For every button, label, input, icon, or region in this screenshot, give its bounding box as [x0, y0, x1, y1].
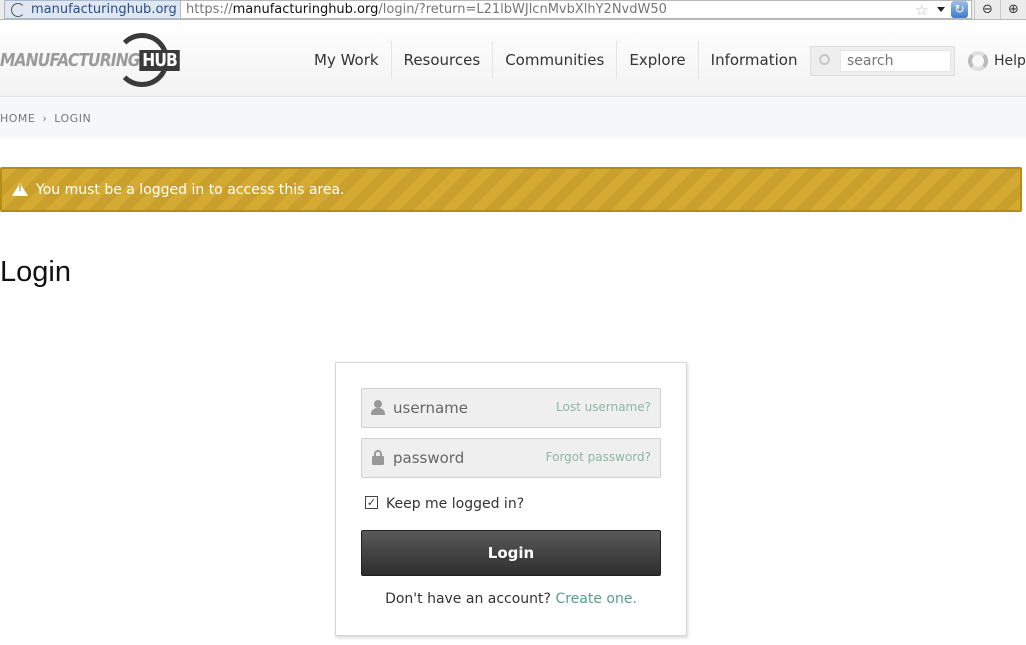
no-account-text: Don't have an account? — [385, 591, 551, 607]
username-field[interactable]: username Lost username? — [361, 388, 661, 428]
url-host: manufacturinghub.org — [232, 2, 379, 17]
breadcrumb-current: LOGIN — [54, 112, 92, 125]
breadcrumb-separator: › — [42, 112, 48, 125]
nav-communities[interactable]: Communities — [493, 41, 618, 79]
page-title: Login — [0, 256, 71, 288]
help-label: Help — [994, 53, 1026, 69]
password-placeholder: password — [393, 449, 465, 467]
site-logo[interactable]: MANUFACTURING HUB — [0, 33, 180, 87]
lock-icon — [371, 450, 385, 465]
warning-banner: You must be a logged in to access this a… — [0, 167, 1022, 212]
site-header: MANUFACTURING HUB My Work Resources Commu… — [0, 21, 1026, 97]
username-placeholder: username — [393, 399, 468, 417]
logo-hub: HUB — [139, 50, 180, 71]
login-button[interactable]: Login — [361, 530, 661, 576]
login-card: username Lost username? password Forgot … — [335, 362, 687, 636]
signup-prompt: Don't have an account? Create one. — [336, 591, 686, 607]
warning-message: You must be a logged in to access this a… — [36, 181, 345, 198]
globe-icon — [11, 2, 25, 17]
breadcrumb-bar: HOME › LOGIN — [0, 98, 1026, 138]
keep-logged-in[interactable]: ✓ Keep me logged in? — [365, 495, 525, 512]
nav-information[interactable]: Information — [699, 41, 810, 79]
main-nav: My Work Resources Communities Explore In… — [302, 41, 809, 79]
password-field[interactable]: password Forgot password? — [361, 438, 661, 478]
browser-toolbar: manufacturinghub.org https://manufacturi… — [0, 0, 1026, 20]
reload-icon[interactable]: ↻ — [951, 1, 968, 18]
nav-explore[interactable]: Explore — [617, 41, 699, 79]
forgot-password-link[interactable]: Forgot password? — [546, 450, 651, 464]
history-dropdown-icon[interactable] — [937, 7, 945, 12]
create-account-link[interactable]: Create one. — [555, 591, 636, 607]
site-identity-button[interactable]: manufacturinghub.org — [4, 0, 184, 19]
lifebuoy-icon — [968, 51, 988, 71]
breadcrumb-home[interactable]: HOME — [0, 112, 35, 125]
url-path: /login/?return=L21lbWJlcnMvbXlhY2NvdW50 — [378, 2, 667, 17]
nav-resources[interactable]: Resources — [392, 41, 494, 79]
search-icon[interactable] — [819, 54, 830, 65]
site-identity-label: manufacturinghub.org — [31, 2, 177, 17]
zoom-in-icon[interactable]: ⊕ — [1000, 0, 1026, 19]
search-input[interactable] — [840, 50, 951, 72]
url-icons: ☆ ↻ — [915, 1, 968, 18]
nav-my-work[interactable]: My Work — [302, 41, 392, 79]
search-box — [810, 46, 955, 76]
keep-logged-in-label: Keep me logged in? — [386, 496, 525, 512]
warning-icon — [12, 183, 28, 196]
user-icon — [371, 400, 385, 415]
logo-wordmark: MANUFACTURING HUB — [0, 50, 180, 71]
zoom-out-icon[interactable]: ⊖ — [974, 0, 1000, 19]
keep-logged-in-checkbox[interactable]: ✓ — [365, 495, 378, 509]
breadcrumb: HOME › LOGIN — [0, 112, 91, 125]
zoom-controls: ⊖ ⊕ — [974, 0, 1026, 19]
url-input[interactable]: https://manufacturinghub.org/login/?retu… — [180, 0, 972, 19]
logo-text: MANUFACTURING — [0, 50, 141, 71]
lost-username-link[interactable]: Lost username? — [556, 400, 651, 414]
help-link[interactable]: Help — [968, 51, 1026, 71]
bookmark-star-icon[interactable]: ☆ — [915, 2, 931, 18]
url-prefix: https:// — [186, 2, 233, 17]
